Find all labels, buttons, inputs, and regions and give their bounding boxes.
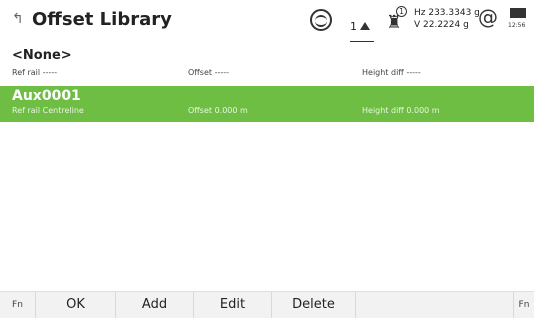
delete-button[interactable]: Delete xyxy=(272,292,356,318)
tilt-compensator-icon[interactable]: ♜ 1 xyxy=(386,6,407,36)
list-item-title: Aux0001 xyxy=(12,88,81,104)
fn-right-button[interactable]: Fn xyxy=(514,292,534,318)
add-button[interactable]: Add xyxy=(116,292,194,318)
ref-rail-value: Ref rail ----- xyxy=(12,68,58,77)
empty-softkey[interactable] xyxy=(356,292,514,318)
globe-icon[interactable] xyxy=(310,9,332,31)
height-diff-value: Height diff ----- xyxy=(362,68,421,77)
title-bar: ↰ Offset Library 1 ♜ 1 Hz 233.3343 g V 22… xyxy=(0,0,534,44)
list-item[interactable]: <None> Ref rail ----- Offset ----- Heigh… xyxy=(0,48,534,82)
tilt-number: 1 xyxy=(396,6,407,17)
softkey-bar: Fn OK Add Edit Delete Fn xyxy=(0,291,534,318)
back-icon[interactable]: ↰ xyxy=(12,11,24,27)
face-label: 1 xyxy=(350,19,357,33)
ok-button[interactable]: OK xyxy=(36,292,116,318)
height-diff-value: Height diff 0.000 m xyxy=(362,106,440,115)
face-indicator-icon[interactable]: 1 xyxy=(350,12,374,42)
at-icon[interactable]: @ xyxy=(478,5,498,29)
list-item-title: <None> xyxy=(12,48,72,63)
angle-readout: Hz 233.3343 g V 22.2224 g xyxy=(414,7,480,31)
fn-left-button[interactable]: Fn xyxy=(0,292,36,318)
battery-icon xyxy=(510,8,526,18)
battery-time: 12:56 xyxy=(508,22,526,29)
v-angle: V 22.2224 g xyxy=(414,20,469,30)
hz-angle: Hz 233.3343 g xyxy=(414,8,480,18)
ref-rail-value: Ref rail Centreline xyxy=(12,106,84,115)
offset-value: Offset ----- xyxy=(188,68,230,77)
offset-value: Offset 0.000 m xyxy=(188,106,248,115)
list-item-selected[interactable]: Aux0001 Ref rail Centreline Offset 0.000… xyxy=(0,86,534,122)
page-title: Offset Library xyxy=(32,9,172,30)
edit-button[interactable]: Edit xyxy=(194,292,272,318)
